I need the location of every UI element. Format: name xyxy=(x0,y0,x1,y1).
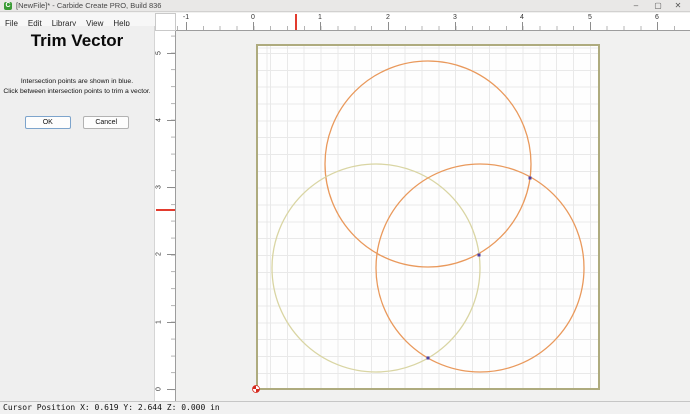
vector-layer xyxy=(252,60,585,393)
v-ruler-label-3: 3 xyxy=(155,185,163,189)
intersection-point[interactable] xyxy=(477,253,481,257)
h-ruler-major-tick xyxy=(388,22,389,30)
v-ruler-major-tick xyxy=(167,53,175,54)
cursor-x-marker xyxy=(295,14,297,30)
intersection-point[interactable] xyxy=(426,356,430,360)
v-ruler-label-5: 5 xyxy=(155,51,163,55)
design-canvas[interactable] xyxy=(176,31,690,401)
v-ruler-major-tick xyxy=(167,187,175,188)
panel-title: Trim Vector xyxy=(30,31,124,50)
app-icon: C xyxy=(4,2,12,10)
trim-vector-panel: Trim Vector Intersection points are show… xyxy=(0,26,155,401)
v-ruler-label-0: 0 xyxy=(155,387,163,391)
v-ruler-label-4: 4 xyxy=(155,118,163,122)
h-ruler-label--1: -1 xyxy=(182,14,190,21)
minimize-button[interactable]: – xyxy=(626,0,646,12)
ok-button[interactable]: OK xyxy=(24,116,71,129)
vertical-ruler-ticks xyxy=(171,31,175,401)
h-ruler-label-0: 0 xyxy=(251,14,255,21)
status-bar: Cursor Position X: 0.619 Y: 2.644 Z: 0.0… xyxy=(0,401,690,414)
v-ruler-major-tick xyxy=(167,389,175,390)
h-ruler-label-6: 6 xyxy=(655,14,659,21)
cancel-button[interactable]: Cancel xyxy=(83,116,130,129)
instruction-line-2: Click between intersection points to tri… xyxy=(3,88,151,95)
horizontal-ruler: -1 0 1 2 3 4 5 6 xyxy=(176,13,690,31)
app-window: C [NewFile]* - Carbide Create PRO, Build… xyxy=(0,0,690,414)
maximize-button[interactable]: ▢ xyxy=(648,0,668,12)
window-title: [NewFile]* - Carbide Create PRO, Build 8… xyxy=(16,1,162,10)
instruction-line-1: Intersection points are shown in blue. xyxy=(20,78,134,85)
h-ruler-label-2: 2 xyxy=(386,14,390,21)
ruler-corner-box xyxy=(155,13,176,31)
h-ruler-major-tick xyxy=(455,22,456,30)
title-bar: C [NewFile]* - Carbide Create PRO, Build… xyxy=(0,0,690,12)
vertical-ruler: 5 4 3 2 1 0 xyxy=(155,31,176,401)
cursor-position-readout: Cursor Position X: 0.619 Y: 2.644 Z: 0.0… xyxy=(3,403,220,412)
close-button[interactable]: ✕ xyxy=(668,0,688,12)
dialog-button-row: OK Cancel xyxy=(0,111,154,129)
v-ruler-major-tick xyxy=(167,120,175,121)
top-circle-vector[interactable] xyxy=(324,60,532,268)
h-ruler-major-tick xyxy=(590,22,591,30)
intersection-point[interactable] xyxy=(528,176,532,180)
cursor-y-marker xyxy=(156,209,175,211)
v-ruler-major-tick xyxy=(167,254,175,255)
h-ruler-major-tick xyxy=(320,22,321,30)
h-ruler-label-5: 5 xyxy=(588,14,592,21)
h-ruler-label-1: 1 xyxy=(318,14,322,21)
h-ruler-major-tick xyxy=(253,22,254,30)
h-ruler-label-3: 3 xyxy=(453,14,457,21)
h-ruler-major-tick xyxy=(186,22,187,30)
h-ruler-major-tick xyxy=(522,22,523,30)
v-ruler-label-2: 2 xyxy=(155,252,163,256)
h-ruler-major-tick xyxy=(657,22,658,30)
v-ruler-major-tick xyxy=(167,322,175,323)
origin-marker-icon xyxy=(252,385,260,393)
v-ruler-label-1: 1 xyxy=(155,320,163,324)
menu-bar: File Edit Library View Help xyxy=(0,13,155,28)
h-ruler-label-4: 4 xyxy=(520,14,524,21)
